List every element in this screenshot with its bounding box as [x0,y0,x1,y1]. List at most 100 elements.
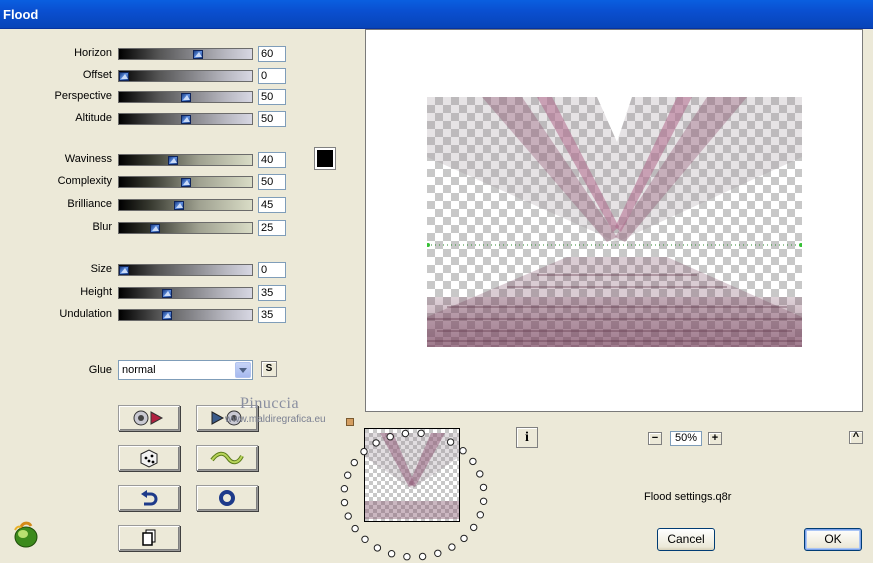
copy-button[interactable] [118,525,180,551]
wave-button[interactable] [196,445,258,471]
slider-label-offset: Offset [82,69,112,81]
undo-button[interactable] [118,485,180,511]
dial-dot[interactable] [479,497,488,506]
slider-thumb-blur[interactable] [150,224,160,233]
glue-label: Glue [88,364,112,376]
slider-track-undulation[interactable] [118,309,253,321]
slider-row-offset: Offset 0 [0,68,290,84]
slider-track-altitude[interactable] [118,113,253,125]
slider-thumb-horizon[interactable] [193,50,203,59]
slider-label-cell: Horizon [0,46,112,62]
dial-dot[interactable] [403,553,411,561]
slider-thumb-perspective[interactable] [181,93,191,102]
slider-thumb-brilliance[interactable] [174,201,184,210]
slider-value-altitude[interactable]: 50 [258,111,286,127]
dial-dot[interactable] [417,429,425,438]
cancel-button[interactable]: Cancel [657,528,715,551]
play-effect-button[interactable] [118,405,180,431]
zoom-in-button[interactable]: + [708,432,722,445]
dial-dot[interactable] [360,447,368,456]
dial-dot[interactable] [470,523,478,532]
glue-select[interactable]: normal [118,360,253,380]
slider-value-waviness[interactable]: 40 [258,152,286,168]
dial-dot[interactable] [459,447,467,455]
random-button[interactable] [118,445,180,471]
slider-thumb-offset[interactable] [119,72,129,81]
slider-value-size[interactable]: 0 [258,262,286,278]
slider-value-horizon[interactable]: 60 [258,46,286,62]
dial-dot[interactable] [418,552,427,561]
slider-value-blur[interactable]: 25 [258,220,286,236]
slider-row-perspective: Perspective 50 [0,89,290,105]
ok-button[interactable]: OK [804,528,862,551]
slider-value-offset[interactable]: 0 [258,68,286,84]
chevron-down-icon[interactable] [235,362,251,378]
slider-thumb-altitude[interactable] [181,115,191,124]
slider-thumb-height[interactable] [162,289,172,298]
dial-dot[interactable] [386,433,394,441]
dial-dot[interactable] [460,534,468,543]
slider-value-perspective[interactable]: 50 [258,89,286,105]
slider-track-complexity[interactable] [118,176,253,188]
play-effect-icon [133,410,164,426]
dial-dot[interactable] [344,471,352,479]
slider-label-cell: Perspective [0,89,112,105]
zoom-out-button[interactable]: − [648,432,662,445]
slider-thumb-size[interactable] [119,266,129,275]
reset-button[interactable] [196,485,258,511]
navigator-dial-ring[interactable] [334,425,494,563]
undo-icon [141,490,158,506]
watermark-name: Pinuccia [240,395,300,412]
color-swatch[interactable] [314,147,336,170]
info-button[interactable]: i [516,427,538,448]
slider-thumb-undulation[interactable] [162,311,172,320]
dial-dot[interactable] [351,524,359,533]
window-title: Flood [3,7,39,22]
zoom-value[interactable]: 50% [670,431,702,446]
slider-value-undulation[interactable]: 35 [258,307,286,323]
dial-dot[interactable] [476,470,484,478]
dial-dot[interactable] [387,550,396,558]
dial-dot[interactable] [446,438,455,446]
slider-track-perspective[interactable] [118,91,253,103]
slider-label-size: Size [90,263,112,275]
dial-dot[interactable] [350,458,358,467]
dial-dot[interactable] [434,549,442,558]
dial-dot[interactable] [469,457,477,466]
slider-label-waviness: Waviness [64,153,112,165]
glue-s-button[interactable]: S [261,361,277,377]
slider-value-brilliance[interactable]: 45 [258,197,286,213]
slider-thumb-complexity[interactable] [181,178,191,187]
dial-dot[interactable] [361,535,369,544]
slider-row-undulation: Undulation 35 [0,307,290,323]
dial-dot[interactable] [344,512,352,520]
dial-dot[interactable] [372,439,380,447]
slider-track-brilliance[interactable] [118,199,253,211]
slider-label-cell: Complexity [0,174,112,190]
slider-value-height[interactable]: 35 [258,285,286,301]
slider-track-horizon[interactable] [118,48,253,60]
slider-track-height[interactable] [118,287,253,299]
dial-dot[interactable] [476,511,485,519]
preview-canvas[interactable] [365,29,863,412]
slider-label-cell: Size [0,262,112,278]
copy-icon [142,529,156,546]
dial-dot[interactable] [340,498,349,507]
reset-ring-icon [219,490,235,506]
slider-label-cell: Blur [0,220,112,236]
slider-thumb-waviness[interactable] [168,156,178,165]
slider-track-offset[interactable] [118,70,253,82]
slider-track-waviness[interactable] [118,154,253,166]
plugin-logo-icon [14,521,38,548]
dial-dot[interactable] [479,483,488,492]
collapse-up-button[interactable]: ^ [849,431,863,444]
dial-dot[interactable] [373,544,382,552]
slider-track-blur[interactable] [118,222,253,234]
dial-dot[interactable] [340,485,349,493]
dial-dot[interactable] [401,429,410,438]
slider-label-undulation: Undulation [59,308,112,320]
slider-value-complexity[interactable]: 50 [258,174,286,190]
dial-dot[interactable] [448,543,456,551]
slider-track-size[interactable] [118,264,253,276]
slider-row-altitude: Altitude 50 [0,111,290,127]
